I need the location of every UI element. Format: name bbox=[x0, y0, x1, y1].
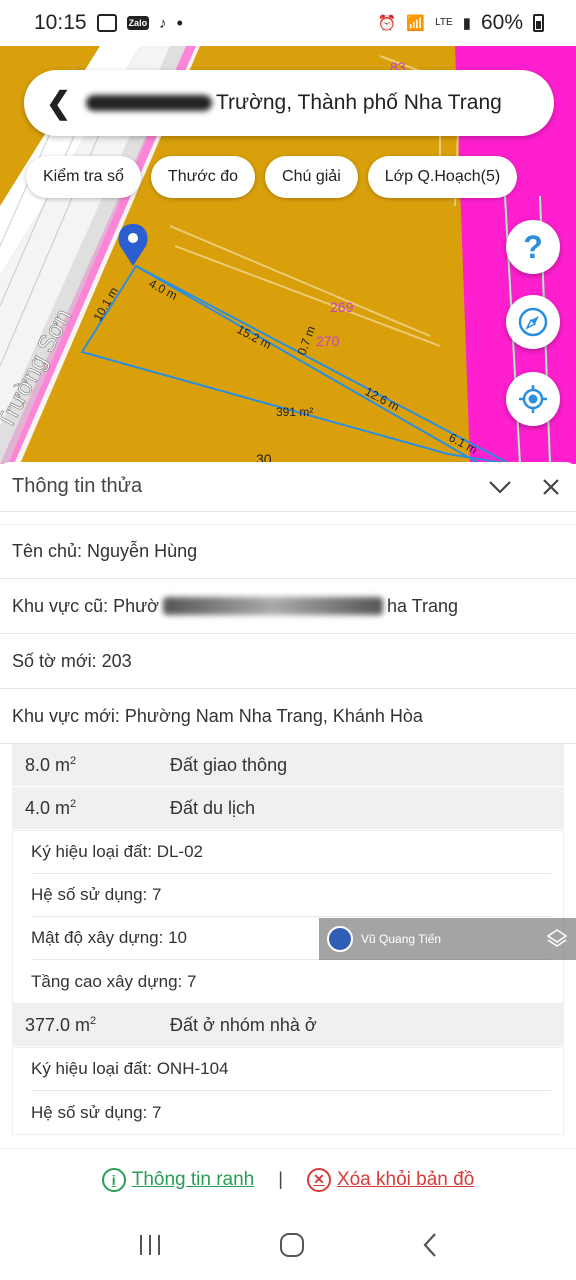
detail-row: Hệ số sử dụng: 7 bbox=[31, 1102, 162, 1122]
compass-icon bbox=[518, 307, 548, 337]
tiktok-icon: ♪ bbox=[159, 14, 167, 32]
parcel-boundary bbox=[80, 264, 511, 464]
panel-title: Thông tin thửa bbox=[12, 475, 143, 497]
back-arrow-icon[interactable]: ❮ bbox=[46, 86, 86, 121]
wifi-icon: 📶 bbox=[406, 15, 426, 32]
old-area-row: Khu vực cũ: Phườ ha Trang bbox=[0, 579, 576, 634]
land-type: Đất giao thông bbox=[170, 754, 288, 775]
battery-icon bbox=[533, 14, 544, 32]
detail-row: Ký hiệu loại đất: DL-02 bbox=[31, 831, 551, 874]
watermark-name: Vũ Quang Tiến bbox=[361, 932, 442, 946]
search-bar[interactable]: ❮ Trường, Thành phố Nha Trang bbox=[24, 70, 554, 136]
system-nav-bar bbox=[0, 1210, 576, 1280]
planning-layer-button[interactable]: Lớp Q.Hoạch(5) bbox=[367, 156, 518, 198]
recents-icon[interactable] bbox=[137, 1233, 163, 1257]
land-detail: Ký hiệu loại đất: DL-02 Hệ số sử dụng: 7… bbox=[12, 830, 564, 1004]
remove-from-map-label: Xóa khỏi bản đồ bbox=[336, 1168, 475, 1190]
help-button[interactable]: ? bbox=[506, 220, 560, 274]
map-tools: Kiểm tra sổ Thước đo Chú giải Lớp Q.Hoạc… bbox=[26, 156, 518, 198]
close-icon[interactable] bbox=[542, 478, 560, 496]
land-type: Đất ở nhóm nhà ở bbox=[170, 1014, 317, 1035]
battery-percent: 60% bbox=[480, 11, 523, 34]
land-area: 8.0 m2 bbox=[25, 754, 77, 775]
my-location-icon bbox=[519, 385, 547, 413]
old-area-suffix: ha Trang bbox=[386, 595, 459, 616]
measure-label: 10.1 m bbox=[90, 285, 120, 324]
compass-button[interactable] bbox=[506, 295, 560, 349]
my-location-button[interactable] bbox=[506, 372, 560, 426]
help-icon: ? bbox=[523, 228, 543, 265]
detail-row: Ký hiệu loại đất: ONH-104 bbox=[31, 1048, 551, 1091]
land-detail: Ký hiệu loại đất: ONH-104 Hệ số sử dụng:… bbox=[12, 1047, 564, 1135]
layers-logo-icon bbox=[546, 929, 568, 947]
old-area-prefix: Khu vực cũ: Phườ bbox=[12, 595, 159, 616]
area-label: 391 m² bbox=[276, 405, 313, 419]
new-sheet-row: Số tờ mới: 203 bbox=[0, 634, 576, 689]
separator: | bbox=[278, 1169, 283, 1189]
legend-button[interactable]: Chú giải bbox=[265, 156, 358, 198]
back-icon[interactable] bbox=[421, 1231, 439, 1259]
signal-icon: ▮ bbox=[462, 15, 471, 32]
parcel-info-panel: Thông tin thửa Tên chủ: Nguyễn Hùng Khu … bbox=[0, 462, 576, 1148]
info-icon: i bbox=[101, 1167, 126, 1192]
avatar bbox=[327, 926, 353, 952]
remove-icon: ✕ bbox=[306, 1167, 331, 1192]
measure-label: 12.6 m bbox=[363, 384, 402, 414]
lte-icon: LTE bbox=[435, 17, 453, 28]
check-book-button[interactable]: Kiểm tra sổ bbox=[26, 156, 141, 198]
measure-label: 15.2 m bbox=[235, 322, 274, 352]
redacted-text bbox=[86, 95, 212, 111]
zalo-icon: Zalo bbox=[126, 16, 150, 30]
land-area: 4.0 m2 bbox=[25, 797, 77, 818]
land-use-row[interactable]: 8.0 m2 Đất giao thông bbox=[12, 744, 564, 787]
gallery-icon bbox=[96, 14, 117, 32]
search-location-text[interactable]: Trường, Thành phố Nha Trang bbox=[86, 91, 502, 115]
status-bar: 10:15 Zalo ♪ • ⏰ 📶 LTE ▮ 60% bbox=[0, 0, 576, 46]
land-use-row[interactable]: 377.0 m2 Đất ở nhóm nhà ở bbox=[12, 1004, 564, 1047]
remove-from-map-link[interactable]: ✕ Xóa khỏi bản đồ bbox=[306, 1167, 475, 1192]
land-area: 377.0 m2 bbox=[25, 1014, 97, 1035]
collapse-chevron-icon[interactable] bbox=[488, 480, 512, 494]
detail-row: Hệ số sử dụng: 7 bbox=[31, 874, 551, 917]
ruler-button[interactable]: Thước đo bbox=[150, 156, 256, 198]
parcel-number: 270 bbox=[316, 333, 340, 349]
parcel-number: 269 bbox=[330, 299, 354, 315]
measure-label: 0.7 m bbox=[295, 324, 318, 357]
watermark: Vũ Quang Tiến bbox=[319, 918, 576, 960]
land-use-row[interactable]: 4.0 m2 Đất du lịch bbox=[12, 787, 564, 830]
detail-row: Tầng cao xây dựng: 7 bbox=[31, 971, 197, 991]
alarm-icon: ⏰ bbox=[377, 15, 397, 32]
more-notifications-icon: • bbox=[176, 12, 183, 33]
boundary-info-link[interactable]: i Thông tin ranh bbox=[101, 1167, 255, 1192]
clock: 10:15 bbox=[34, 11, 87, 34]
owner-row: Tên chủ: Nguyễn Hùng bbox=[0, 524, 576, 579]
new-area-row: Khu vực mới: Phường Nam Nha Trang, Khánh… bbox=[0, 689, 576, 744]
location-pin-icon bbox=[118, 224, 148, 266]
boundary-info-label: Thông tin ranh bbox=[131, 1168, 255, 1190]
panel-header: Thông tin thửa bbox=[0, 462, 576, 512]
action-bar: i Thông tin ranh | ✕ Xóa khỏi bản đồ bbox=[0, 1148, 576, 1210]
redacted-text bbox=[162, 597, 383, 615]
land-type: Đất du lịch bbox=[170, 797, 256, 818]
search-title: Trường, Thành phố Nha Trang bbox=[216, 91, 502, 114]
home-icon[interactable] bbox=[278, 1231, 306, 1259]
